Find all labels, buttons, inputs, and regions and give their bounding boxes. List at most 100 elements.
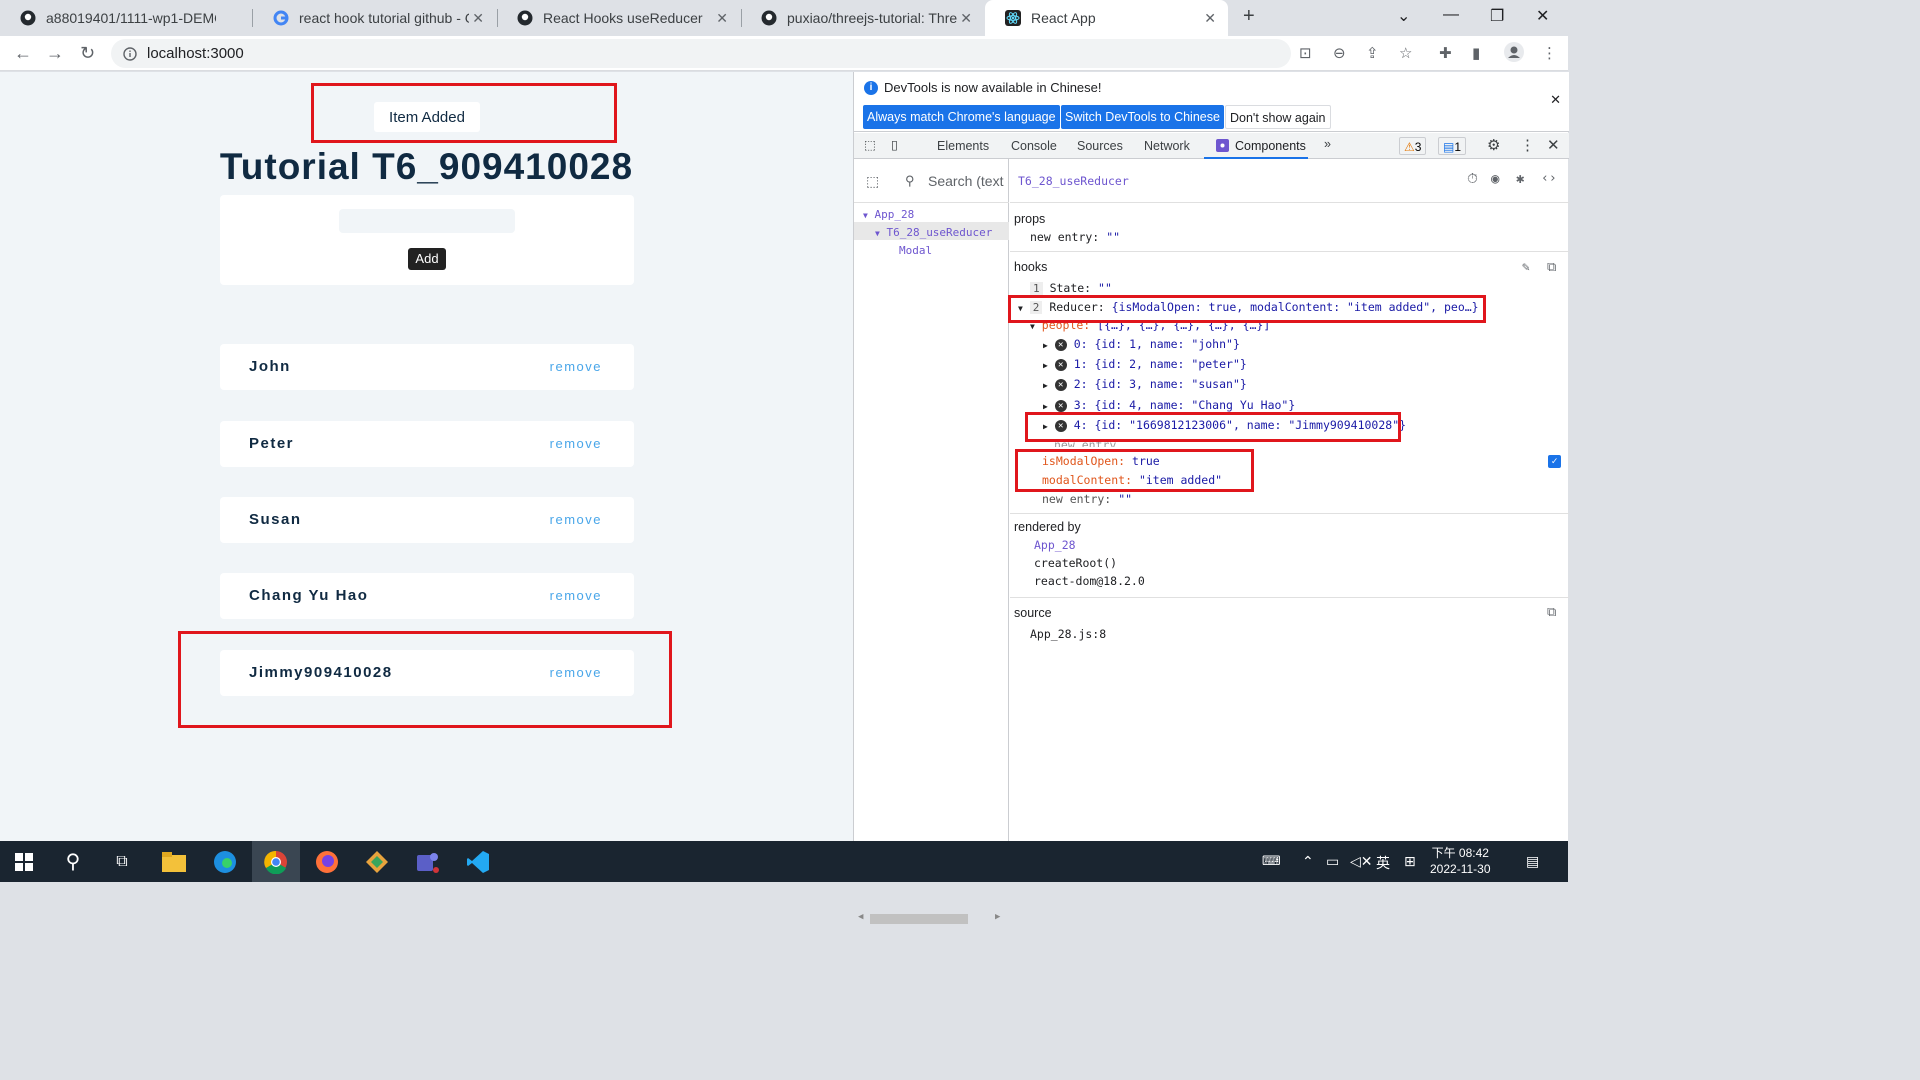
tree-node-modal[interactable]: Modal [899,244,932,257]
people-entry[interactable]: ▶ ✕ 2: {id: 3, name: "susan"} [1043,377,1247,391]
warnings-badge[interactable]: ⚠3 [1399,137,1427,155]
hook-state[interactable]: 1 State: "" [1030,281,1112,295]
vscode-icon[interactable] [454,841,502,882]
teams-icon[interactable] [403,841,451,882]
menu-kebab-icon[interactable]: ⋮ [1542,44,1557,62]
task-view-icon[interactable]: ⧉ [98,841,146,882]
people-entry[interactable]: ▶ ✕ 0: {id: 1, name: "john"} [1043,337,1240,351]
profile-avatar-icon[interactable] [1504,42,1524,66]
back-icon[interactable]: ← [14,43,32,64]
device-toolbar-icon[interactable]: ▯ [891,137,898,152]
tab-components[interactable]: Components [1235,139,1306,153]
view-source-icon[interactable]: ‹› [1541,171,1557,186]
extensions-icon[interactable]: ✚ [1439,44,1452,62]
caret-down-icon: ▼ [863,211,868,220]
file-explorer-icon[interactable] [150,841,198,882]
reducer-new-entry[interactable]: new entry: "" [1042,492,1132,506]
tab-github-demo[interactable]: a88019401/1111-wp1-DEMO- [0,0,250,36]
delete-icon[interactable]: ✕ [1054,358,1067,371]
eye-icon[interactable]: ◉ [1491,171,1499,187]
ime-mode-icon[interactable]: ⊞ [1404,853,1416,870]
horizontal-scrollbar[interactable]: ◀ ▶ [856,912,1006,926]
rendered-by-app[interactable]: App_28 [1034,538,1076,552]
add-button[interactable]: Add [408,248,446,270]
more-tabs-icon[interactable]: » [1324,137,1331,151]
zoom-icon[interactable]: ⊖ [1333,44,1346,62]
close-devtools-icon[interactable]: ✕ [1547,136,1560,154]
person-name: Chang Yu Hao [249,587,369,604]
select-element-icon[interactable]: ⬚ [866,173,879,190]
close-window-icon[interactable]: ✕ [1536,6,1549,26]
maximize-icon[interactable]: ❐ [1490,6,1504,26]
inspect-element-icon[interactable]: ⬚ [864,137,876,152]
translate-icon[interactable]: ⊡ [1299,44,1312,62]
remove-button[interactable]: remove [550,359,602,374]
share-icon[interactable]: ⇪ [1366,44,1379,62]
keyboard-icon[interactable]: ⌨ [1262,853,1281,869]
messages-badge[interactable]: ▤1 [1438,137,1467,155]
close-icon[interactable]: ✕ [716,10,728,27]
magic-wand-icon[interactable]: ✎ [1522,260,1530,275]
search-input[interactable]: Search (text [928,173,1006,189]
tab-threejs-tutorial[interactable]: puxiao/threejs-tutorial: Three.js ✕ [741,0,984,36]
chrome-icon[interactable] [252,841,300,882]
source-location[interactable]: App_28.js:8 [1030,627,1106,641]
more-options-icon[interactable]: ⋮ [1520,136,1535,154]
tab-sources[interactable]: Sources [1077,139,1123,153]
edge-browser-icon[interactable] [201,841,249,882]
remove-button[interactable]: remove [550,436,602,451]
delete-icon[interactable]: ✕ [1054,378,1067,391]
remove-button[interactable]: remove [550,588,602,603]
network-icon[interactable]: ▭ [1326,853,1339,870]
volume-muted-icon[interactable]: ◁✕ [1350,853,1373,870]
tree-node-t6-usereducer[interactable]: ▼ T6_28_useReducer [875,226,992,239]
firefox-icon[interactable] [303,841,351,882]
switch-to-chinese-button[interactable]: Switch DevTools to Chinese [1061,105,1224,129]
address-bar[interactable]: localhost:3000 [111,39,1291,68]
copy-icon[interactable]: ⧉ [1547,260,1556,275]
ime-indicator[interactable]: 英 [1376,853,1390,873]
tree-node-app[interactable]: ▼ App_28 [863,208,914,221]
forward-icon[interactable]: → [46,43,64,64]
always-match-language-button[interactable]: Always match Chrome's language [863,105,1060,129]
people-entry[interactable]: ▶ ✕ 3: {id: 4, name: "Chang Yu Hao"} [1043,398,1295,412]
search-icon[interactable]: ⚲ [49,841,97,882]
notifications-icon[interactable]: ▤ [1526,853,1539,870]
reload-icon[interactable]: ↻ [80,43,95,64]
people-entry[interactable]: ▶ ✕ 1: {id: 2, name: "peter"} [1043,357,1247,371]
tab-react-hooks-usereducer[interactable]: React Hooks useReducer ✕ [497,0,740,36]
tab-network[interactable]: Network [1144,139,1190,153]
person-item: Susan remove [220,497,634,543]
bug-icon[interactable]: ✱ [1516,171,1524,187]
tab-console[interactable]: Console [1011,139,1057,153]
chevron-up-icon[interactable]: ⌃ [1302,853,1314,870]
stopwatch-icon[interactable]: ⏱ [1467,171,1478,187]
tab-react-app[interactable]: React App ✕ [985,0,1228,36]
tab-elements[interactable]: Elements [937,139,989,153]
bookmark-star-icon[interactable]: ☆ [1399,44,1412,62]
name-input[interactable] [339,209,515,233]
dont-show-again-button[interactable]: Don't show again [1225,105,1331,129]
side-panel-icon[interactable]: ▮ [1472,44,1480,62]
checkbox-checked-icon[interactable]: ✓ [1548,455,1561,468]
delete-icon[interactable]: ✕ [1054,399,1067,412]
chevron-down-icon[interactable]: ⌄ [1397,6,1410,26]
windows-start-icon[interactable] [0,841,48,882]
remove-button[interactable]: remove [550,512,602,527]
minimize-icon[interactable]: — [1443,6,1459,24]
system-clock[interactable]: 下午 08:42 2022-11-30 [1430,845,1491,877]
close-icon[interactable]: ✕ [1204,10,1216,27]
app-diamond-icon[interactable] [353,841,401,882]
new-tab-button[interactable]: + [1243,5,1255,28]
close-icon[interactable]: ✕ [472,10,484,27]
tab-google-search[interactable]: react hook tutorial github - Goo ✕ [253,0,496,36]
github-icon [20,10,36,26]
delete-icon[interactable]: ✕ [1054,338,1067,351]
copy-icon[interactable]: ⧉ [1547,605,1556,620]
info-icon[interactable] [123,46,137,61]
close-icon[interactable]: ✕ [1550,92,1561,108]
rendered-by-label: rendered by [1014,520,1081,534]
prop-new-entry[interactable]: new entry: "" [1030,230,1120,244]
close-icon[interactable]: ✕ [960,10,972,27]
settings-gear-icon[interactable]: ⚙ [1487,136,1500,154]
